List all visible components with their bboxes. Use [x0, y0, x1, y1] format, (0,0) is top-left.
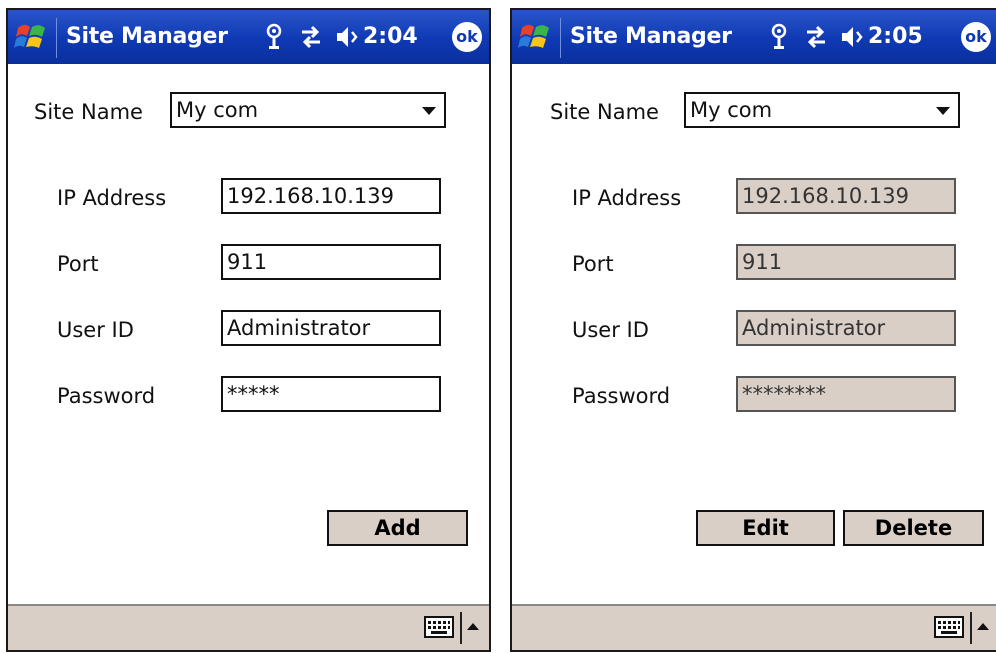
site-name-value: My com: [176, 98, 259, 122]
connectivity-icon[interactable]: [803, 22, 829, 52]
add-button[interactable]: Add: [327, 510, 468, 546]
connectivity-icon[interactable]: [298, 22, 324, 52]
port-input[interactable]: 911: [736, 244, 956, 280]
title-bar: Site Manager 2:05 ok: [512, 10, 996, 64]
password-label: Password: [572, 384, 671, 408]
windows-start-icon[interactable]: [516, 18, 561, 58]
user-id-label: User ID: [572, 318, 649, 342]
user-id-input[interactable]: Administrator: [736, 310, 956, 346]
port-label: Port: [57, 252, 99, 276]
edit-button[interactable]: Edit: [696, 510, 835, 546]
pda-screen-add: Site Manager 2:04 ok Site Name My com IP…: [6, 8, 491, 652]
chevron-up-icon[interactable]: [977, 623, 989, 630]
ok-button[interactable]: ok: [452, 22, 482, 52]
menu-bar: [512, 604, 996, 650]
user-id-input[interactable]: Administrator: [221, 310, 441, 346]
ok-button[interactable]: ok: [961, 22, 991, 52]
ip-address-label: IP Address: [572, 186, 682, 210]
menu-separator: [970, 612, 972, 644]
site-name-dropdown[interactable]: My com: [170, 92, 446, 128]
speaker-icon[interactable]: [840, 22, 864, 52]
speaker-icon[interactable]: [335, 22, 359, 52]
user-id-label: User ID: [57, 318, 134, 342]
site-name-value: My com: [690, 98, 773, 122]
app-title: Site Manager: [570, 24, 732, 49]
port-input[interactable]: 911: [221, 244, 441, 280]
app-title: Site Manager: [66, 24, 228, 49]
menu-separator: [460, 612, 462, 644]
delete-button[interactable]: Delete: [843, 510, 984, 546]
password-label: Password: [57, 384, 156, 408]
ip-address-label: IP Address: [57, 186, 167, 210]
chevron-up-icon[interactable]: [467, 623, 479, 630]
ip-address-input[interactable]: 192.168.10.139: [221, 178, 441, 214]
port-label: Port: [572, 252, 614, 276]
menu-bar: [8, 604, 489, 650]
password-input[interactable]: ********: [736, 376, 956, 412]
clock[interactable]: 2:05: [868, 24, 923, 49]
chevron-down-icon[interactable]: [936, 107, 950, 115]
pda-screen-edit: Site Manager 2:05 ok Site Name My com IP…: [510, 8, 996, 652]
keyboard-icon[interactable]: [934, 616, 964, 638]
clock[interactable]: 2:04: [363, 24, 418, 49]
title-bar: Site Manager 2:04 ok: [8, 10, 489, 64]
site-name-dropdown[interactable]: My com: [684, 92, 960, 128]
site-name-label: Site Name: [34, 100, 143, 124]
antenna-icon[interactable]: [263, 22, 285, 52]
password-input[interactable]: *****: [221, 376, 441, 412]
keyboard-icon[interactable]: [424, 616, 454, 638]
chevron-down-icon[interactable]: [422, 107, 436, 115]
windows-start-icon[interactable]: [12, 18, 57, 58]
ip-address-input[interactable]: 192.168.10.139: [736, 178, 956, 214]
site-name-label: Site Name: [550, 100, 659, 124]
antenna-icon[interactable]: [768, 22, 790, 52]
